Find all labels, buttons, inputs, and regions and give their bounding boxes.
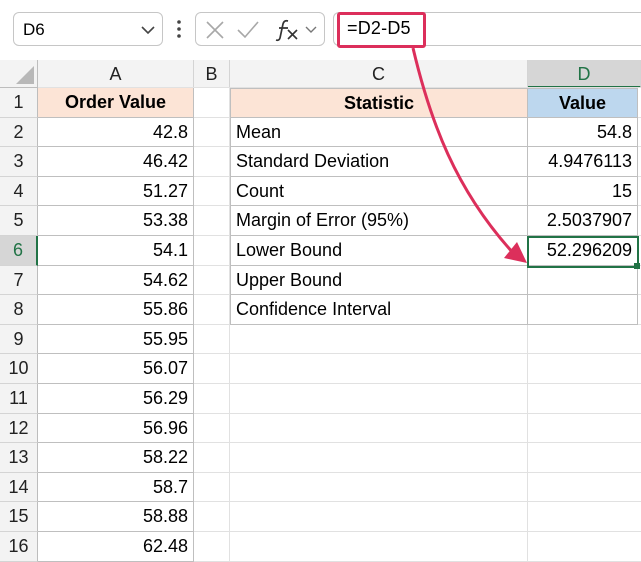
arrow-annotation [411, 47, 527, 263]
worksheet-grid[interactable]: A B C D 1 2 3 4 5 6 7 8 9 10 11 12 13 14 15 16 Order Va… [0, 47, 641, 562]
